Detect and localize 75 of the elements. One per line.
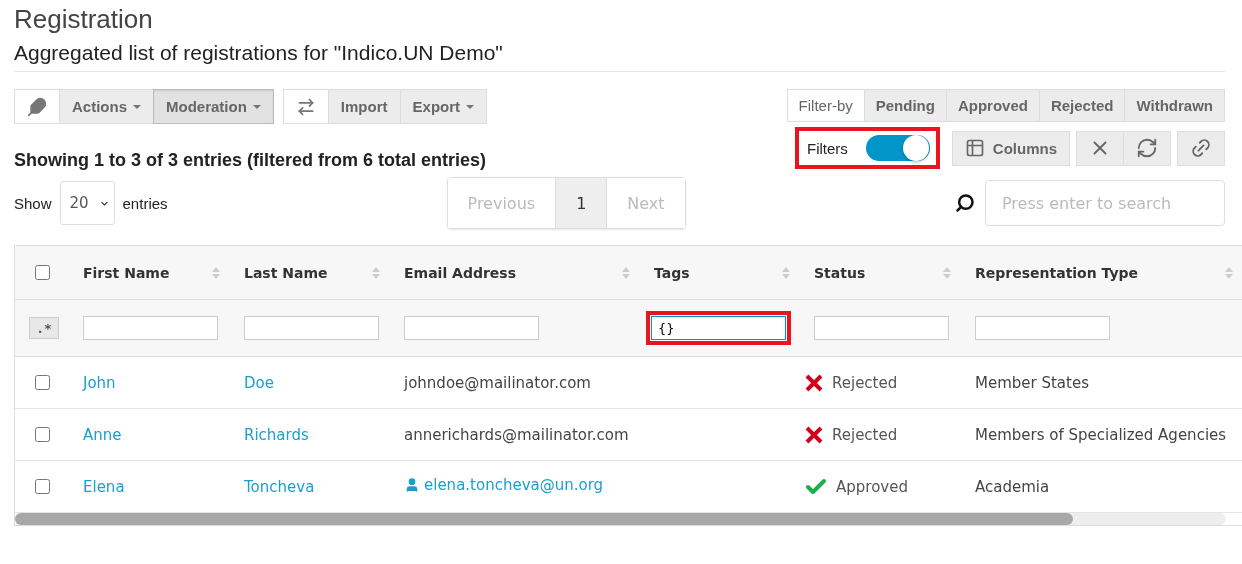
select-all-checkbox[interactable] [35,265,50,280]
columns-icon [964,138,985,158]
sort-icon[interactable] [782,266,790,279]
column-header[interactable]: Tags [654,264,690,281]
sort-icon[interactable] [212,266,220,279]
column-filter-field[interactable] [83,316,218,340]
column-header[interactable]: Status [814,264,866,281]
first-name-link[interactable]: Elena [69,477,230,496]
page-subtitle: Aggregated list of registrations for "Indico.UN Demo" [14,41,1225,72]
cross-icon [804,372,824,393]
regex-button[interactable]: .* [29,317,59,339]
filters-toggle[interactable] [865,135,930,161]
first-name-link[interactable]: Anne [69,425,230,444]
feather-button[interactable] [14,89,60,124]
filter-option[interactable]: Withdrawn [1125,89,1225,122]
email-cell-text: johndoe@mailinator.com [402,373,592,392]
entries-summary: Showing 1 to 3 of 3 entries (filtered from 6 total entries) [14,150,487,171]
representation-cell-text: Members of Specialized Agencies [974,425,1228,444]
status-text: Rejected [832,425,898,444]
last-name-link[interactable]: Doe [230,373,390,392]
filter-by-label: Filter-by [786,89,865,122]
filter-option[interactable]: Pending [864,89,947,122]
column-header[interactable]: First Name [83,264,170,281]
swap-button[interactable] [282,89,329,124]
column-filter-field[interactable] [975,316,1110,340]
email-link[interactable]: elena.toncheva@un.org [404,476,604,494]
toolbar-button[interactable]: Export [399,89,488,124]
toolbar-button[interactable]: Import [327,89,401,124]
column-header[interactable]: Representation Type [975,264,1139,281]
columns-button[interactable]: Columns [951,130,1070,166]
filter-option[interactable]: Approved [946,89,1040,122]
row-checkbox[interactable] [35,427,50,442]
caret-icon [252,104,261,109]
clear-button[interactable] [1076,130,1124,166]
scrollbar-thumb[interactable] [15,513,1073,525]
row-checkbox[interactable] [35,479,50,494]
column-filter-field[interactable] [244,316,379,340]
first-name-link[interactable]: John [69,373,230,392]
last-name-link[interactable]: Richards [230,425,390,444]
link-button[interactable] [1177,130,1225,166]
email-cell-text: annerichards@mailinator.com [403,425,630,444]
toolbar-button[interactable]: Moderation [153,89,274,124]
user-icon [404,477,420,493]
representation-cell-text: Member States [974,373,1090,392]
search-icon [955,193,975,213]
column-header[interactable]: Last Name [244,264,328,281]
status-text: Rejected [832,373,898,392]
refresh-button[interactable] [1123,130,1171,166]
page-size-select[interactable]: 20 [59,181,115,225]
cross-icon [804,424,824,445]
last-name-link[interactable]: Toncheva [230,477,390,496]
representation-cell-text: Academia [974,477,1051,496]
toolbar-button[interactable]: Actions [59,89,154,124]
caret-icon [133,104,141,109]
sort-icon[interactable] [622,266,630,279]
column-header[interactable]: Email Address [404,264,516,281]
caret-icon [466,104,475,109]
search-field[interactable]: Press enter to search [985,180,1225,226]
sort-icon[interactable] [372,266,380,279]
chevron-icon [100,199,108,207]
column-filter-field[interactable] [814,316,949,340]
feather-icon [27,96,47,117]
sort-icon[interactable] [943,266,951,279]
pagination-button[interactable]: 1 [555,178,607,228]
row-checkbox[interactable] [35,375,50,390]
column-filter-field[interactable] [404,316,539,340]
filter-option[interactable]: Rejected [1039,89,1126,122]
status-text: Approved [836,477,908,496]
sort-icon[interactable] [1225,266,1233,279]
column-filter-field[interactable]: {} [651,316,786,340]
refresh-icon [1136,137,1158,159]
show-label: Show [14,194,52,212]
entries-label: entries [122,194,168,212]
page-title: Registration [14,4,154,35]
filters-label: Filters [807,139,848,157]
